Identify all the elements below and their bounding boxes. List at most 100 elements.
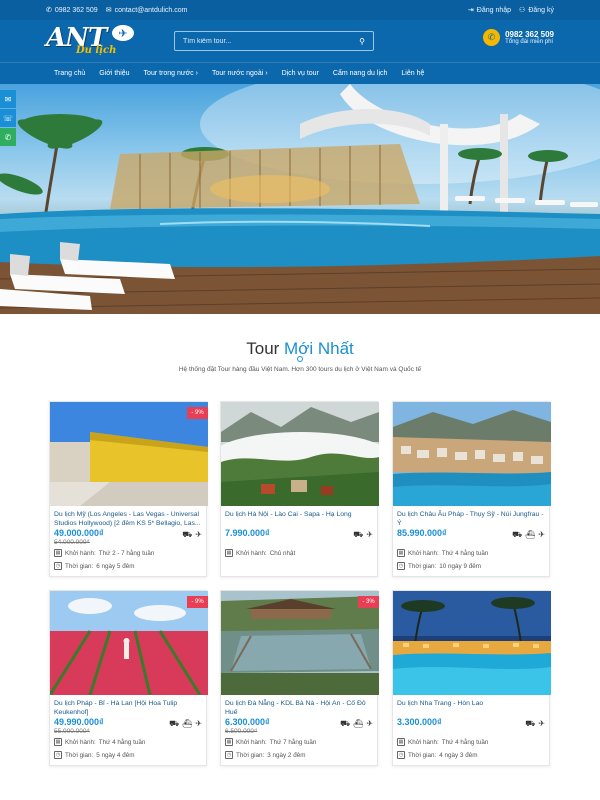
- plane-icon: ✈: [366, 530, 373, 539]
- tour-price: 49.000.000₫: [54, 528, 104, 538]
- search-box: ⚲: [174, 31, 374, 51]
- register-link[interactable]: ⚇ Đăng ký: [519, 6, 554, 15]
- calendar-icon: ▦: [397, 738, 405, 746]
- messenger-icon[interactable]: ✉: [0, 90, 16, 108]
- calendar-icon: ▦: [225, 549, 233, 557]
- tour-image[interactable]: [393, 402, 551, 506]
- tour-image[interactable]: [221, 402, 379, 506]
- tour-image[interactable]: - 9%: [50, 591, 208, 695]
- hotline: ✆ 0982 362 509 Tổng đài miễn phí: [483, 29, 554, 46]
- duration-row: ◷ Thời gian: 10 ngày 9 đêm: [397, 562, 481, 570]
- tour-name[interactable]: Du lịch Nha Trang - Hòn Lao: [397, 699, 547, 717]
- bus-icon: ⛟: [353, 530, 364, 539]
- tour-name[interactable]: Du lịch Mỹ (Los Angeles - Las Vegas - Un…: [54, 510, 204, 528]
- duration-value: 3 ngày 2 đêm: [267, 751, 306, 759]
- duration-value: 10 ngày 9 đêm: [439, 562, 481, 570]
- duration-row: ◷ Thời gian: 3 ngày 2 đêm: [225, 751, 305, 759]
- phone-text: 0982 362 509: [54, 6, 98, 14]
- bus-icon: ⛟: [182, 530, 193, 539]
- ship-icon: ⛴: [182, 719, 193, 728]
- ship-icon: ⛴: [525, 530, 536, 539]
- hotline-number: 0982 362 509: [505, 30, 554, 39]
- login-link[interactable]: ⇥ Đăng nhập: [467, 6, 511, 15]
- duration-value: 4 ngày 3 đêm: [439, 751, 478, 759]
- duration-label: Thời gian:: [408, 562, 437, 570]
- main-nav: Trang chủ Giới thiệu Tour trong nước › T…: [0, 62, 600, 84]
- transport-icons: ⛟ ✈: [182, 530, 202, 540]
- duration-row: ◷ Thời gian: 5 ngày 4 đêm: [54, 751, 134, 759]
- nav-item-about[interactable]: Giới thiệu: [92, 70, 136, 77]
- clock-icon: ◷: [397, 562, 405, 570]
- tour-card[interactable]: Du lịch Hà Nội - Lào Cai - Sapa - Hạ Lon…: [220, 401, 379, 577]
- logo-sub-text: Du lịch: [76, 45, 117, 56]
- search-icon[interactable]: ⚲: [359, 37, 365, 46]
- search-input[interactable]: [183, 37, 360, 45]
- nav-item-tour-services[interactable]: Dịch vụ tour: [275, 70, 326, 77]
- departure-label: Khởi hành:: [65, 549, 96, 557]
- tour-card[interactable]: - 9% Du lịch Mỹ (Los Angeles - Las Vegas…: [49, 401, 208, 577]
- hotline-label: Tổng đài miễn phí: [505, 39, 554, 45]
- departure-row: ▦ Khởi hành: Thứ 4 hằng tuần: [397, 738, 488, 746]
- tour-card[interactable]: - 3% Du lịch Đà Nẵng - KDL Bà Nà - Hội A…: [220, 590, 379, 766]
- duration-value: 5 ngày 4 đêm: [96, 751, 135, 759]
- bus-icon: ⛟: [525, 719, 536, 728]
- tour-name[interactable]: Du lịch Pháp - Bỉ - Hà Lan [Hội Hoa Tuli…: [54, 699, 204, 717]
- departure-label: Khởi hành:: [408, 549, 439, 557]
- calendar-icon: ▦: [225, 738, 233, 746]
- register-text: Đăng ký: [528, 6, 554, 14]
- tour-name[interactable]: Du lịch Đà Nẵng - KDL Bà Nà - Hội An - C…: [225, 699, 375, 717]
- airplane-icon: ✈: [112, 25, 134, 41]
- departure-value: Chủ nhật: [269, 549, 296, 557]
- tour-image[interactable]: - 9%: [50, 402, 208, 506]
- email-text: contact@antdulich.com: [114, 6, 188, 14]
- duration-row: ◷ Thời gian: 6 ngày 5 đêm: [54, 562, 134, 570]
- tour-price: 49.990.000₫: [54, 717, 104, 727]
- chat-icon[interactable]: ☏: [0, 109, 16, 127]
- bus-icon: ⛟: [340, 719, 351, 728]
- duration-value: 6 ngày 5 đêm: [96, 562, 135, 570]
- departure-label: Khởi hành:: [236, 738, 267, 746]
- tour-card[interactable]: Du lịch Châu Âu Pháp - Thụy Sỹ - Núi Jun…: [392, 401, 551, 577]
- nav-item-international-tours[interactable]: Tour nước ngoài ›: [205, 70, 275, 77]
- transport-icons: ⛟ ✈: [525, 719, 545, 729]
- tour-old-price: 54.000.000₫: [54, 539, 90, 546]
- transport-icons: ⛟ ⛴ ✈: [512, 530, 545, 540]
- site-logo[interactable]: ANT ✈ Du lịch: [46, 23, 136, 59]
- discount-badge: - 9%: [187, 407, 208, 419]
- plane-icon: ✈: [538, 530, 545, 539]
- user-plus-icon: ⚇: [519, 7, 526, 14]
- tour-image[interactable]: - 3%: [221, 591, 379, 695]
- tour-card[interactable]: Du lịch Nha Trang - Hòn Lao 3.300.000₫ ⛟…: [392, 590, 551, 766]
- bus-icon: ⛟: [169, 719, 180, 728]
- tour-old-price: 6.500.000₫: [225, 728, 258, 735]
- plane-icon: ✈: [195, 719, 202, 728]
- transport-icons: ⛟ ✈: [353, 530, 373, 540]
- tour-image[interactable]: [393, 591, 551, 695]
- plane-icon: ✈: [366, 719, 373, 728]
- tour-name[interactable]: Du lịch Hà Nội - Lào Cai - Sapa - Hạ Lon…: [225, 510, 375, 528]
- departure-value: Thứ 4 hằng tuần: [441, 549, 489, 557]
- departure-row: ▦ Khởi hành: Thứ 4 hằng tuần: [397, 549, 488, 557]
- section-description: Hệ thống đặt Tour hàng đầu Việt Nam. Hơn…: [178, 366, 422, 373]
- tour-price: 7.990.000₫: [225, 528, 270, 538]
- section-title-part2: Mới Nhất: [284, 339, 354, 358]
- duration-label: Thời gian:: [408, 751, 437, 759]
- login-icon: ⇥: [467, 7, 474, 14]
- phone-contact[interactable]: ✆ 0982 362 509: [46, 6, 98, 15]
- transport-icons: ⛟ ⛴ ✈: [340, 719, 373, 729]
- nav-item-domestic-tours[interactable]: Tour trong nước ›: [137, 70, 205, 77]
- tour-name[interactable]: Du lịch Châu Âu Pháp - Thụy Sỹ - Núi Jun…: [397, 510, 547, 528]
- section-title-part1: Tour: [246, 339, 280, 358]
- discount-badge: - 9%: [187, 596, 208, 608]
- nav-item-travel-guide[interactable]: Cẩm nang du lịch: [326, 70, 394, 77]
- nav-item-contact[interactable]: Liên hệ: [394, 70, 431, 77]
- discount-badge: - 3%: [358, 596, 379, 608]
- departure-label: Khởi hành:: [408, 738, 439, 746]
- clock-icon: ◷: [54, 751, 62, 759]
- nav-item-home[interactable]: Trang chủ: [46, 70, 92, 77]
- ship-icon: ⛴: [353, 719, 364, 728]
- call-icon[interactable]: ✆: [0, 128, 16, 146]
- tour-card[interactable]: - 9% Du lịch Pháp - Bỉ - Hà Lan [Hội Hoa…: [49, 590, 208, 766]
- departure-value: Thứ 4 hằng tuần: [441, 738, 489, 746]
- email-contact[interactable]: ✉ contact@antdulich.com: [106, 6, 188, 15]
